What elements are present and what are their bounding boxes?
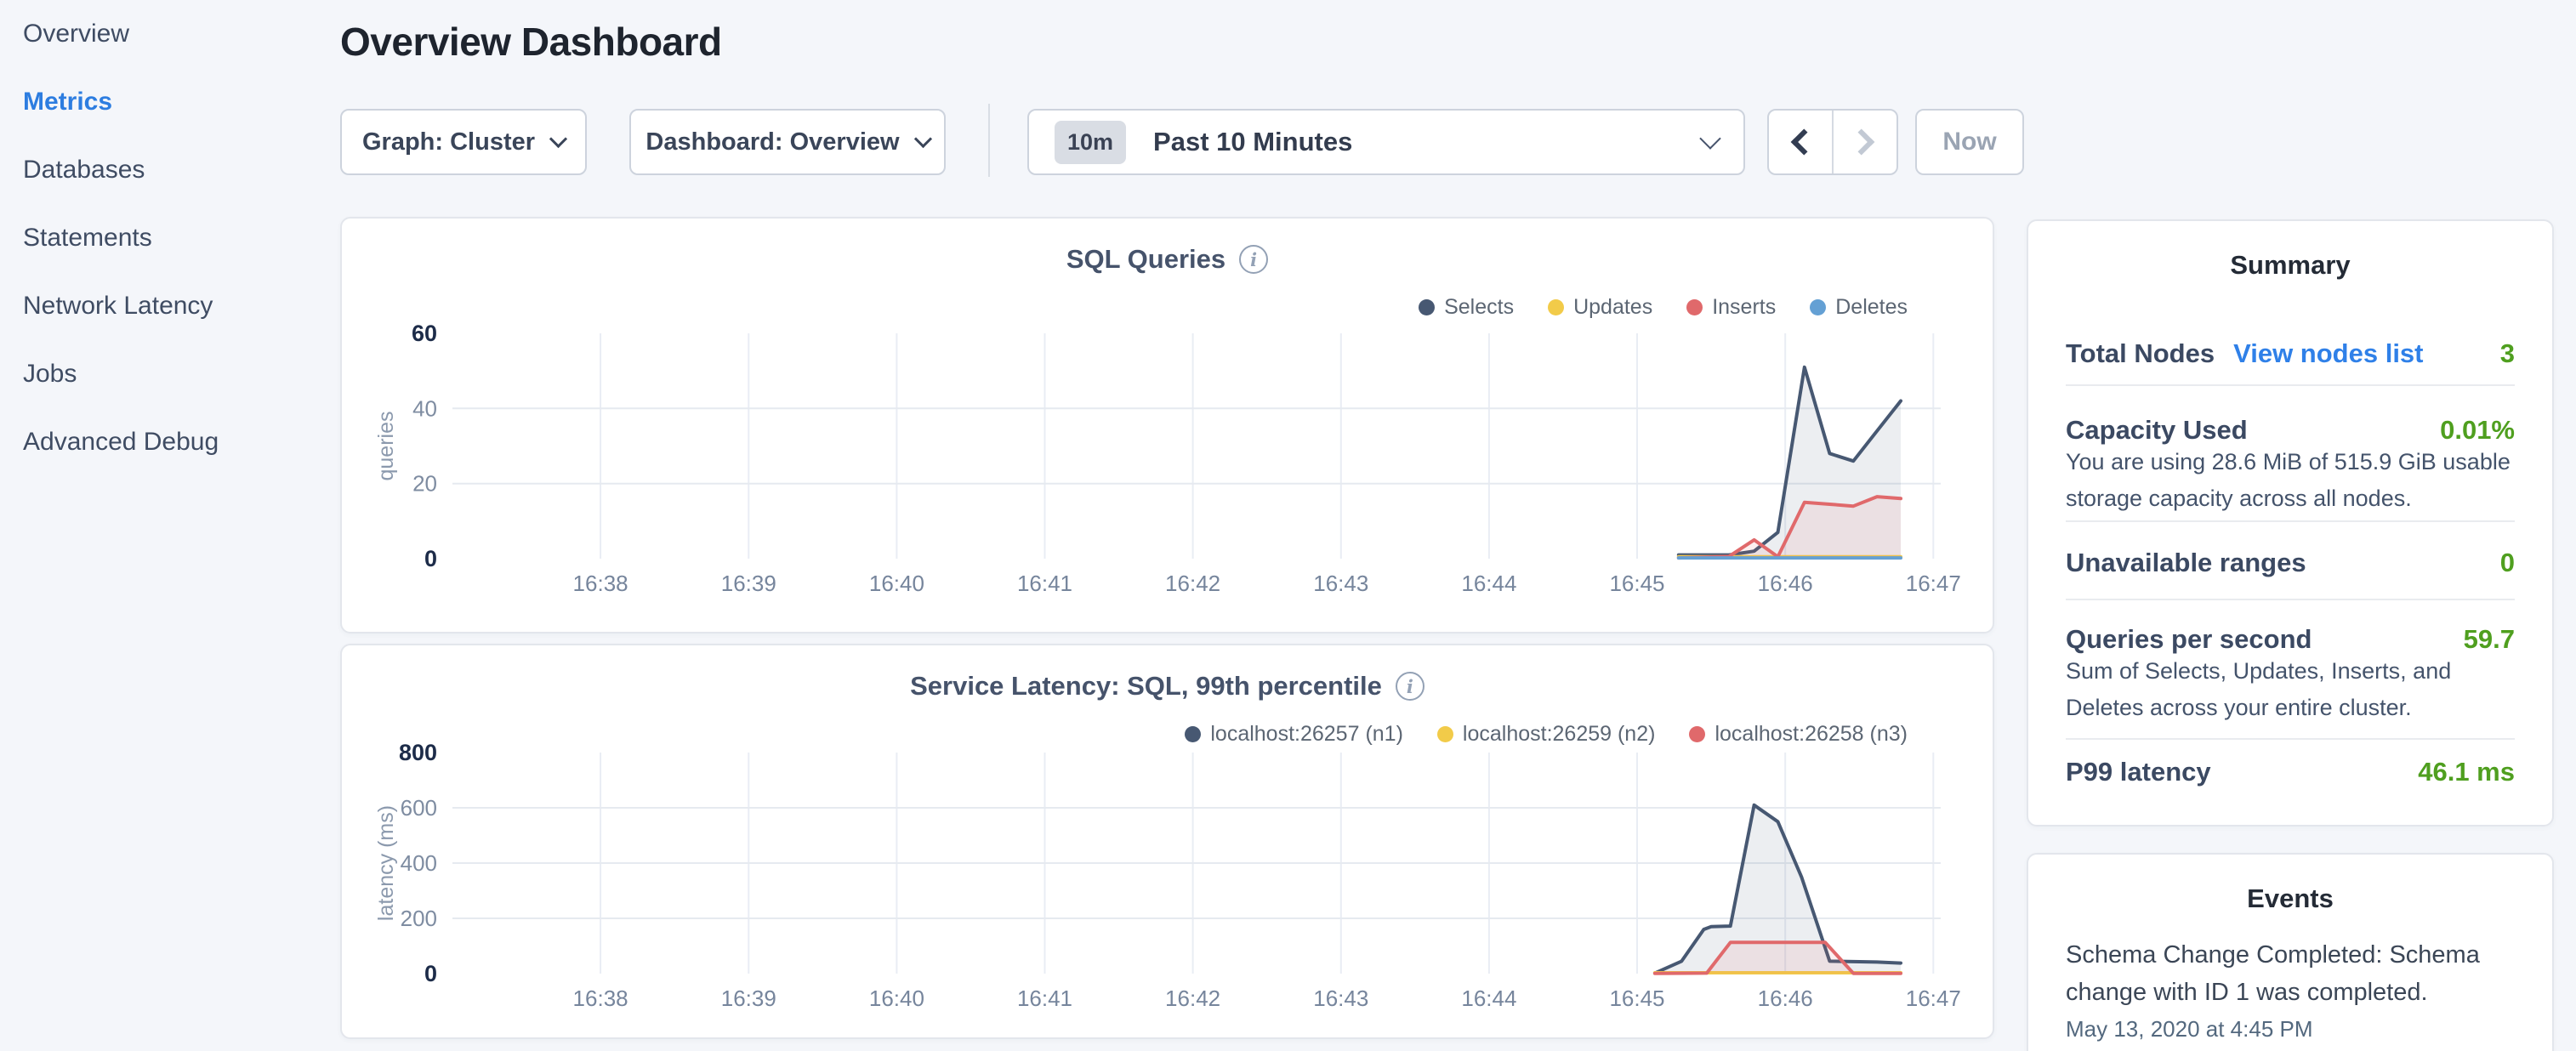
chevron-down-icon [1699,128,1720,149]
chevron-left-icon [1791,128,1817,155]
summary-panel: Summary Total Nodes View nodes list 3 Ca… [2027,219,2554,827]
svg-text:16:38: 16:38 [573,986,628,1011]
svg-text:20: 20 [412,471,437,497]
summary-label: Capacity Used [2066,415,2248,446]
svg-text:16:38: 16:38 [573,571,628,596]
summary-value: 0 [2500,548,2515,578]
time-range-badge: 10m [1055,121,1126,164]
svg-text:16:45: 16:45 [1609,986,1664,1011]
summary-row-unavailable-ranges: Unavailable ranges 0 [2066,543,2515,583]
svg-text:400: 400 [401,850,437,876]
events-title: Events [2028,883,2552,914]
svg-text:16:39: 16:39 [721,571,776,596]
svg-text:16:46: 16:46 [1758,571,1813,596]
svg-text:latency (ms): latency (ms) [374,805,398,921]
summary-label: Unavailable ranges [2066,548,2306,578]
chevron-down-icon [913,129,931,147]
divider [2066,384,2515,386]
svg-text:16:47: 16:47 [1906,571,1961,596]
sidebar-item-jobs[interactable]: Jobs [0,340,340,408]
summary-value: 59.7 [2464,624,2515,655]
summary-label: Queries per second [2066,624,2312,655]
sql-queries-chart[interactable]: 16:38 16:39 16:40 16:41 16:42 16:43 16:44 16:45… [342,219,1996,635]
svg-text:40: 40 [412,395,437,421]
svg-text:0: 0 [424,546,437,571]
summary-row-p99-latency: P99 latency 46.1 ms [2066,752,2515,793]
admin-console: OverviewMetricsDatabasesStatementsNetwor… [0,0,2576,1051]
controls-divider [988,104,990,177]
event-item-text: Schema Change Completed: Schema change w… [2066,936,2516,1011]
svg-text:16:41: 16:41 [1017,571,1072,596]
svg-text:16:41: 16:41 [1017,986,1072,1011]
sidebar-item-databases[interactable]: Databases [0,136,340,204]
graph-scope-dropdown-label: Graph: Cluster [362,128,535,156]
sql-queries-chart-card: SQL Queries i SelectsUpdatesInsertsDelet… [340,217,1994,633]
time-next-button[interactable] [1834,111,1896,173]
svg-text:60: 60 [412,321,437,346]
service-latency-chart[interactable]: 16:38 16:39 16:40 16:41 16:42 16:43 16:44 16:45… [342,645,1996,1041]
time-prev-button[interactable] [1769,111,1834,173]
svg-text:16:45: 16:45 [1609,571,1664,596]
svg-text:800: 800 [399,740,437,765]
svg-text:16:43: 16:43 [1313,571,1368,596]
sidebar-nav: OverviewMetricsDatabasesStatementsNetwor… [0,0,340,1051]
service-latency-chart-card: Service Latency: SQL, 99th percentile i … [340,644,1994,1039]
chevron-down-icon [549,129,567,147]
view-nodes-list-link[interactable]: View nodes list [2233,338,2423,369]
divider [2066,599,2515,600]
summary-label: P99 latency [2066,757,2211,787]
svg-text:16:47: 16:47 [1906,986,1961,1011]
events-panel: Events Schema Change Completed: Schema c… [2027,853,2554,1051]
dashboard-dropdown-label: Dashboard: Overview [645,128,899,156]
now-button[interactable]: Now [1915,109,2024,175]
svg-text:0: 0 [424,961,437,986]
time-step-buttons [1767,109,1898,175]
page-title: Overview Dashboard [340,19,722,65]
sidebar-item-metrics[interactable]: Metrics [0,68,340,136]
chevron-right-icon [1848,128,1874,155]
summary-label: Total Nodes [2066,338,2215,369]
summary-row-total-nodes: Total Nodes View nodes list 3 [2066,333,2515,374]
summary-value: 46.1 ms [2418,757,2515,787]
sidebar-item-advanced-debug[interactable]: Advanced Debug [0,408,340,476]
svg-text:queries: queries [374,412,398,481]
time-range-selector[interactable]: 10m Past 10 Minutes [1027,109,1745,175]
svg-text:16:42: 16:42 [1165,986,1220,1011]
sidebar-item-overview[interactable]: Overview [0,0,340,68]
svg-text:16:42: 16:42 [1165,571,1220,596]
svg-text:16:43: 16:43 [1313,986,1368,1011]
svg-text:16:40: 16:40 [869,986,924,1011]
sidebar-item-network-latency[interactable]: Network Latency [0,272,340,340]
svg-text:16:44: 16:44 [1461,571,1516,596]
dashboard-dropdown[interactable]: Dashboard: Overview [629,109,946,175]
divider [2066,738,2515,740]
summary-description: Sum of Selects, Updates, Inserts, and De… [2066,653,2525,726]
svg-text:200: 200 [401,906,437,931]
summary-value: 3 [2500,338,2515,369]
summary-description: You are using 28.6 MiB of 515.9 GiB usab… [2066,444,2525,517]
graph-scope-dropdown[interactable]: Graph: Cluster [340,109,587,175]
svg-text:16:40: 16:40 [869,571,924,596]
time-range-label: Past 10 Minutes [1153,127,1352,157]
sidebar-item-statements[interactable]: Statements [0,204,340,272]
summary-title: Summary [2028,250,2552,281]
svg-text:16:44: 16:44 [1461,986,1516,1011]
svg-text:16:46: 16:46 [1758,986,1813,1011]
event-item-timestamp: May 13, 2020 at 4:45 PM [2066,1016,2313,1042]
summary-value: 0.01% [2440,415,2515,446]
svg-text:16:39: 16:39 [721,986,776,1011]
divider [2066,520,2515,522]
svg-text:600: 600 [401,795,437,821]
